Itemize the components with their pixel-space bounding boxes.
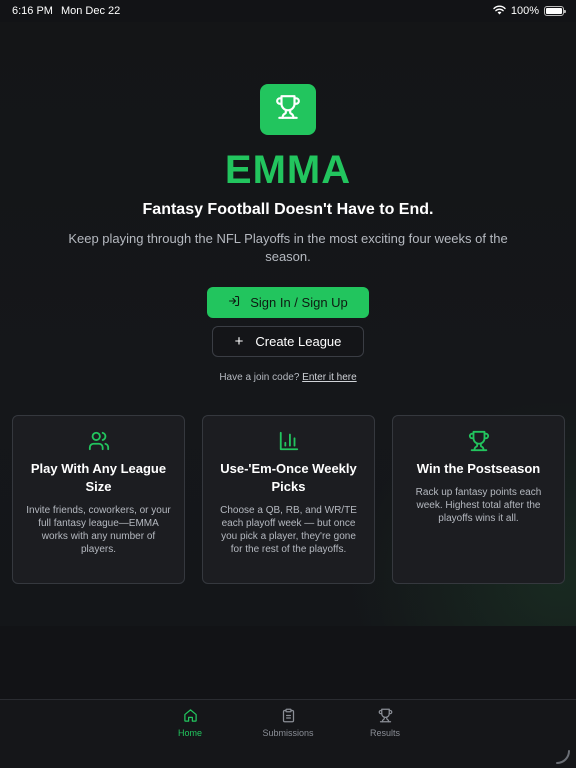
status-left: 6:16 PM Mon Dec 22 bbox=[12, 5, 120, 17]
status-time: 6:16 PM bbox=[12, 5, 53, 17]
battery-level-fill bbox=[546, 8, 562, 14]
app-logo bbox=[260, 84, 316, 135]
feature-card-weekly-picks: Use-'Em-Once Weekly Picks Choose a QB, R… bbox=[202, 415, 375, 584]
create-league-label: Create League bbox=[255, 334, 342, 349]
feature-card-league-size: Play With Any League Size Invite friends… bbox=[12, 415, 185, 584]
create-league-button[interactable]: + Create League bbox=[212, 326, 364, 357]
bar-chart-icon bbox=[215, 430, 362, 452]
log-in-icon bbox=[228, 295, 240, 310]
battery-icon bbox=[544, 6, 566, 16]
hero-headline: Fantasy Football Doesn't Have to End. bbox=[142, 201, 434, 218]
status-date: Mon Dec 22 bbox=[60, 5, 121, 17]
tab-submissions[interactable]: Submissions bbox=[253, 708, 323, 738]
status-right: 100% bbox=[493, 5, 566, 18]
sign-in-label: Sign In / Sign Up bbox=[250, 295, 348, 310]
app-screen: 6:16 PM Mon Dec 22 100% EMMA Fantasy Foo… bbox=[0, 0, 576, 768]
clipboard-icon bbox=[253, 708, 323, 724]
feature-card-postseason: Win the Postseason Rack up fantasy point… bbox=[392, 415, 565, 584]
wifi-icon bbox=[493, 5, 506, 18]
trophy-icon bbox=[275, 94, 301, 125]
tab-results[interactable]: Results bbox=[350, 708, 420, 738]
join-code-link[interactable]: Enter it here bbox=[302, 372, 356, 383]
feature-body: Rack up fantasy points each week. Highes… bbox=[415, 487, 542, 524]
feature-body: Choose a QB, RB, and WR/TE each playoff … bbox=[220, 505, 357, 555]
status-bar: 6:16 PM Mon Dec 22 100% bbox=[0, 0, 576, 22]
join-prompt-text: Have a join code? bbox=[219, 372, 300, 383]
tab-label: Results bbox=[369, 728, 400, 738]
home-icon bbox=[155, 708, 225, 724]
app-title: EMMA bbox=[224, 148, 352, 192]
trophy-icon bbox=[350, 708, 420, 724]
feature-title: Play With Any League Size bbox=[30, 461, 167, 494]
users-icon bbox=[25, 430, 172, 452]
tab-label: Submissions bbox=[262, 728, 314, 738]
tab-label: Home bbox=[177, 728, 202, 738]
feature-title: Use-'Em-Once Weekly Picks bbox=[220, 461, 357, 494]
trophy-icon bbox=[405, 430, 552, 452]
bottom-tab-bar: Home Submissions Results bbox=[0, 699, 576, 768]
feature-body: Invite friends, coworkers, or your full … bbox=[26, 505, 171, 555]
battery-percent: 100% bbox=[510, 5, 539, 17]
sign-in-button[interactable]: Sign In / Sign Up bbox=[207, 287, 369, 318]
hero-subhead: Keep playing through the NFL Playoffs in… bbox=[68, 231, 508, 264]
resize-handle-icon bbox=[553, 747, 573, 765]
join-code-prompt: Have a join code? Enter it here bbox=[0, 372, 576, 383]
plus-icon: + bbox=[234, 333, 244, 350]
feature-title: Win the Postseason bbox=[416, 461, 541, 476]
tab-home[interactable]: Home bbox=[155, 708, 225, 738]
